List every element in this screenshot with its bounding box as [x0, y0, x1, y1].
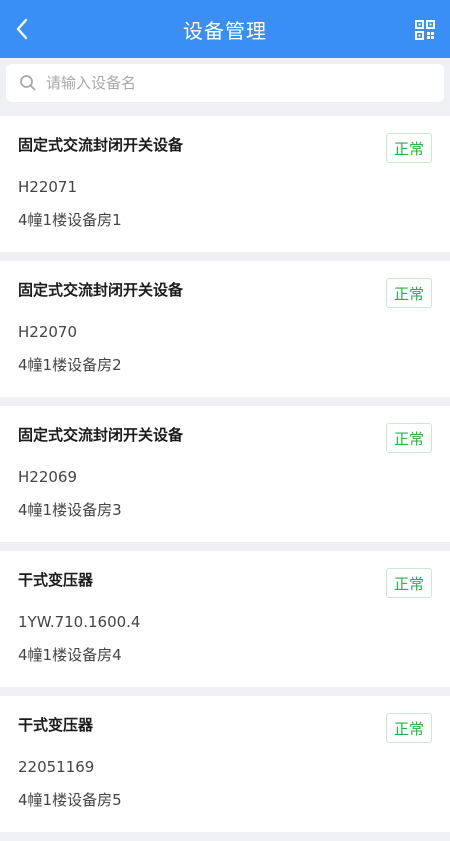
search-icon	[20, 75, 36, 91]
device-location: 4幢1楼设备房3	[18, 501, 122, 519]
device-code: 1YW.710.1600.4	[18, 613, 141, 631]
back-button[interactable]	[8, 14, 36, 44]
device-card[interactable]: 干式变压器 正常 1YW.710.1600.4 4幢1楼设备房4	[0, 551, 450, 687]
device-card[interactable]: 固定式交流封闭开关设备 正常 H22069 4幢1楼设备房3	[0, 406, 450, 542]
device-code: H22069	[18, 468, 77, 486]
device-location: 4幢1楼设备房2	[18, 356, 122, 374]
status-badge: 正常	[386, 278, 432, 308]
device-card[interactable]: 干式变压器 正常 22051169 4幢1楼设备房5	[0, 696, 450, 832]
device-list: 固定式交流封闭开关设备 正常 H22071 4幢1楼设备房1 固定式交流封闭开关…	[0, 116, 450, 841]
status-badge: 正常	[386, 133, 432, 163]
chevron-left-icon	[16, 18, 28, 40]
device-card[interactable]: 固定式交流封闭开关设备 正常 H22071 4幢1楼设备房1	[0, 116, 450, 252]
device-name: 固定式交流封闭开关设备	[18, 426, 184, 444]
device-location: 4幢1楼设备房1	[18, 211, 122, 229]
search-box[interactable]	[6, 64, 444, 102]
device-code: H22070	[18, 323, 77, 341]
device-name: 固定式交流封闭开关设备	[18, 281, 184, 299]
search-bar	[0, 58, 450, 108]
device-location: 4幢1楼设备房4	[18, 646, 122, 664]
device-name: 固定式交流封闭开关设备	[18, 136, 184, 154]
status-badge: 正常	[386, 423, 432, 453]
device-code: H22071	[18, 178, 77, 196]
device-card[interactable]: 固定式交流封闭开关设备 正常 H22070 4幢1楼设备房2	[0, 261, 450, 397]
status-badge: 正常	[386, 713, 432, 743]
page-title: 设备管理	[183, 18, 267, 43]
device-name: 干式变压器	[18, 571, 94, 589]
device-name: 干式变压器	[18, 716, 94, 734]
app-header: 设备管理	[0, 0, 450, 58]
device-code: 22051169	[18, 758, 95, 776]
search-input[interactable]	[46, 74, 426, 92]
status-badge: 正常	[386, 568, 432, 598]
scan-qr-button[interactable]	[414, 19, 436, 41]
qr-code-icon	[415, 20, 435, 40]
